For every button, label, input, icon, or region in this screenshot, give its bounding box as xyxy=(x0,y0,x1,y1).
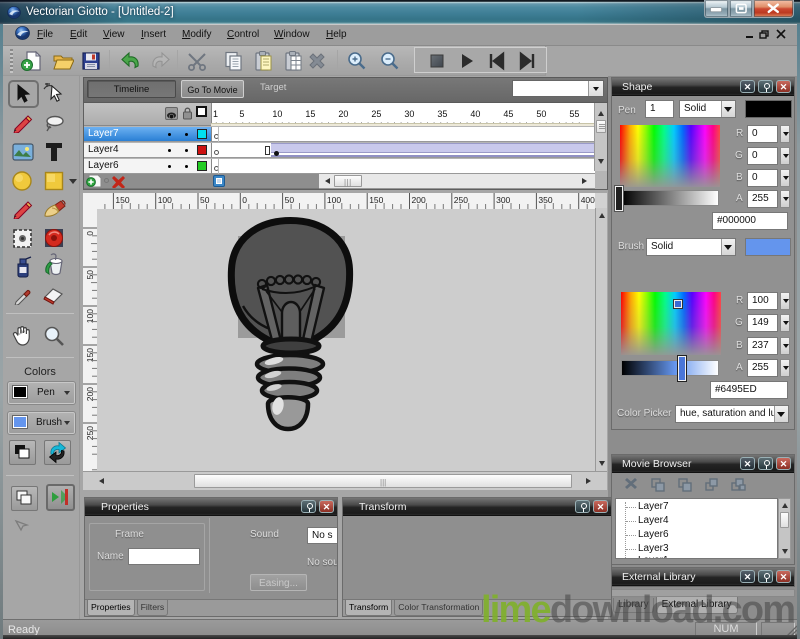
svg-text:15: 15 xyxy=(305,109,315,119)
svg-text:200: 200 xyxy=(412,195,426,205)
svg-text:40: 40 xyxy=(470,109,480,119)
svg-text:10: 10 xyxy=(272,109,282,119)
svg-text:200: 200 xyxy=(85,387,95,401)
svg-text:100: 100 xyxy=(85,309,95,323)
svg-text:45: 45 xyxy=(503,109,513,119)
svg-text:20: 20 xyxy=(338,109,348,119)
svg-text:35: 35 xyxy=(437,109,447,119)
svg-text:100: 100 xyxy=(158,195,172,205)
svg-text:5: 5 xyxy=(239,109,244,119)
svg-text:50: 50 xyxy=(285,195,295,205)
svg-text:50: 50 xyxy=(536,109,546,119)
svg-text:300: 300 xyxy=(496,195,510,205)
svg-text:150: 150 xyxy=(85,348,95,362)
svg-text:1: 1 xyxy=(213,109,218,119)
svg-text:25: 25 xyxy=(371,109,381,119)
svg-text:400: 400 xyxy=(581,195,595,205)
svg-text:55: 55 xyxy=(569,109,579,119)
svg-text:150: 150 xyxy=(115,195,129,205)
svg-text:250: 250 xyxy=(85,426,95,440)
svg-text:250: 250 xyxy=(454,195,468,205)
svg-text:0: 0 xyxy=(85,231,95,236)
svg-text:50: 50 xyxy=(200,195,210,205)
svg-text:100: 100 xyxy=(327,195,341,205)
svg-text:0: 0 xyxy=(242,195,247,205)
svg-text:30: 30 xyxy=(404,109,414,119)
svg-text:150: 150 xyxy=(369,195,383,205)
svg-text:350: 350 xyxy=(538,195,552,205)
